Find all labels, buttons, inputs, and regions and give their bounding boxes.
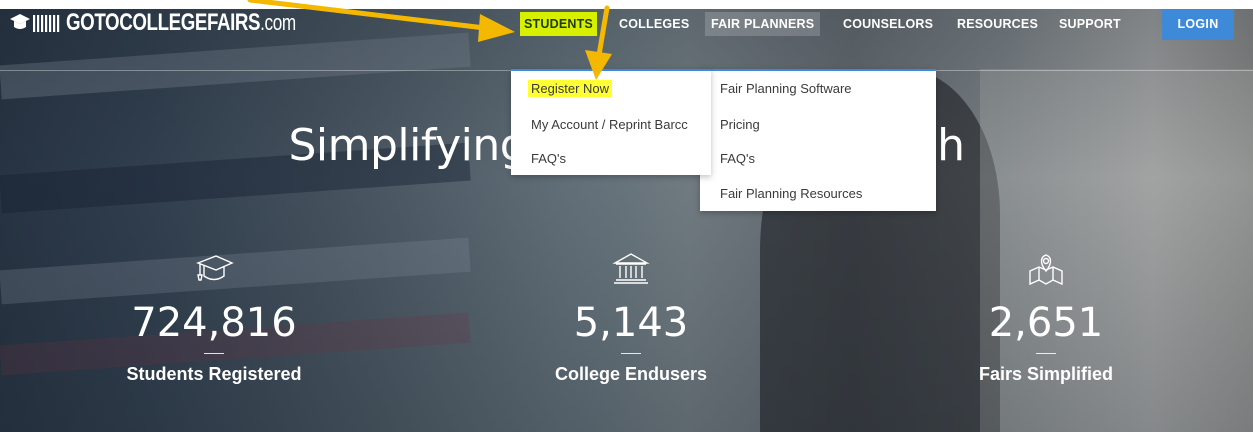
logo-suffix: .com [260, 10, 296, 35]
stat-students: 724,816 Students Registered [64, 251, 364, 385]
fair-planners-dropdown: Fair Planning Software Pricing FAQ's Fai… [700, 69, 936, 211]
logo-name: GOTOCOLLEGEFAIRS [66, 9, 261, 36]
stat-value: 2,651 [988, 300, 1104, 346]
stat-divider [621, 353, 641, 354]
site-logo[interactable]: GOTOCOLLEGEFAIRS.com [8, 8, 361, 38]
nav-item-support[interactable]: SUPPORT [1059, 12, 1121, 36]
students-dropdown: Register Now My Account / Reprint Barcc … [511, 69, 711, 175]
graduation-cap-icon [196, 255, 234, 281]
stat-colleges: 5,143 College Endusers [481, 251, 781, 385]
logo-text: GOTOCOLLEGEFAIRS.com [66, 9, 296, 37]
stat-label: Fairs Simplified [978, 364, 1114, 384]
nav-item-resources[interactable]: RESOURCES [957, 12, 1038, 36]
map-pin-icon [1029, 254, 1063, 286]
stat-fairs: 2,651 Fairs Simplified [896, 251, 1196, 385]
menu-item-faqs[interactable]: FAQ's [531, 151, 566, 166]
stat-label: College Endusers [554, 364, 708, 384]
menu-item-fair-planning-software[interactable]: Fair Planning Software [720, 81, 852, 96]
stat-divider [1036, 353, 1056, 354]
menu-item-pricing[interactable]: Pricing [720, 117, 760, 132]
menu-item-fair-planning-resources[interactable]: Fair Planning Resources [720, 186, 862, 201]
stat-value: 5,143 [573, 300, 689, 346]
nav-item-students[interactable]: STUDENTS [520, 12, 597, 36]
dropdown-top-rule [511, 69, 711, 71]
login-button[interactable]: LOGIN [1162, 9, 1234, 40]
nav-item-fair-planners[interactable]: FAIR PLANNERS [705, 12, 821, 36]
menu-item-register-now[interactable]: Register Now [528, 80, 613, 97]
university-building-icon [612, 253, 650, 284]
stat-label: Students Registered [126, 364, 302, 384]
nav-item-colleges[interactable]: COLLEGES [619, 12, 689, 36]
nav-item-counselors[interactable]: COUNSELORS [843, 12, 933, 36]
stat-divider [204, 353, 224, 354]
stat-value: 724,816 [131, 300, 297, 346]
menu-item-my-account[interactable]: My Account / Reprint Barcc [531, 117, 705, 132]
graduation-cap-logo-icon [10, 14, 60, 32]
dropdown-top-rule [700, 69, 936, 71]
menu-item-faqs[interactable]: FAQ's [720, 151, 755, 166]
